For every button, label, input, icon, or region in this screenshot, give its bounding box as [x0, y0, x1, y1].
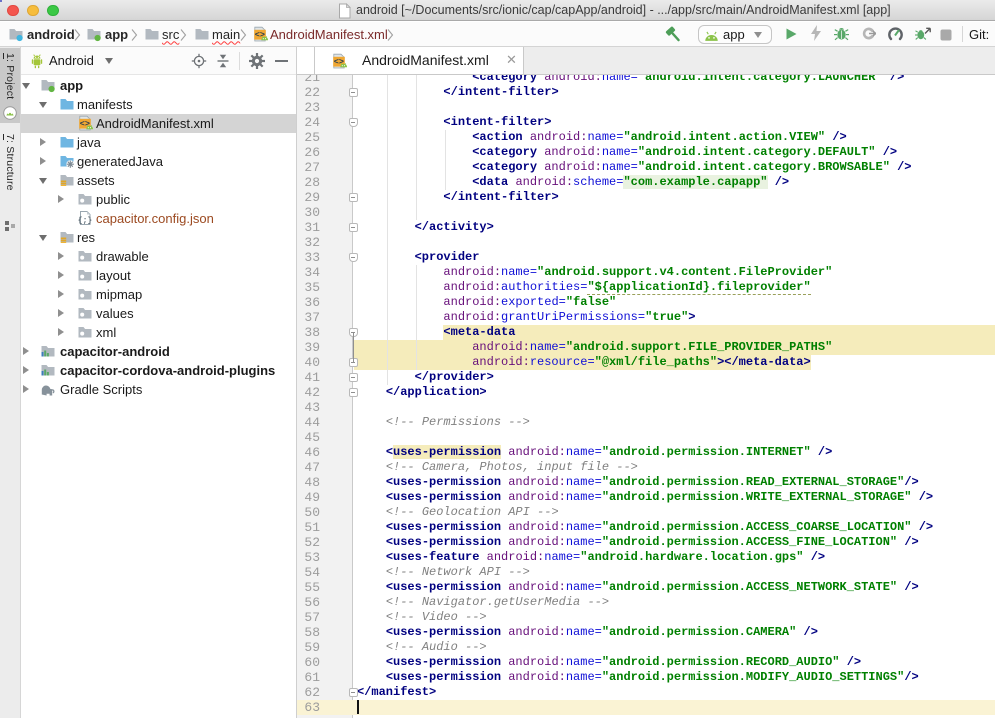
svg-text:{;}: {;}: [78, 216, 93, 225]
